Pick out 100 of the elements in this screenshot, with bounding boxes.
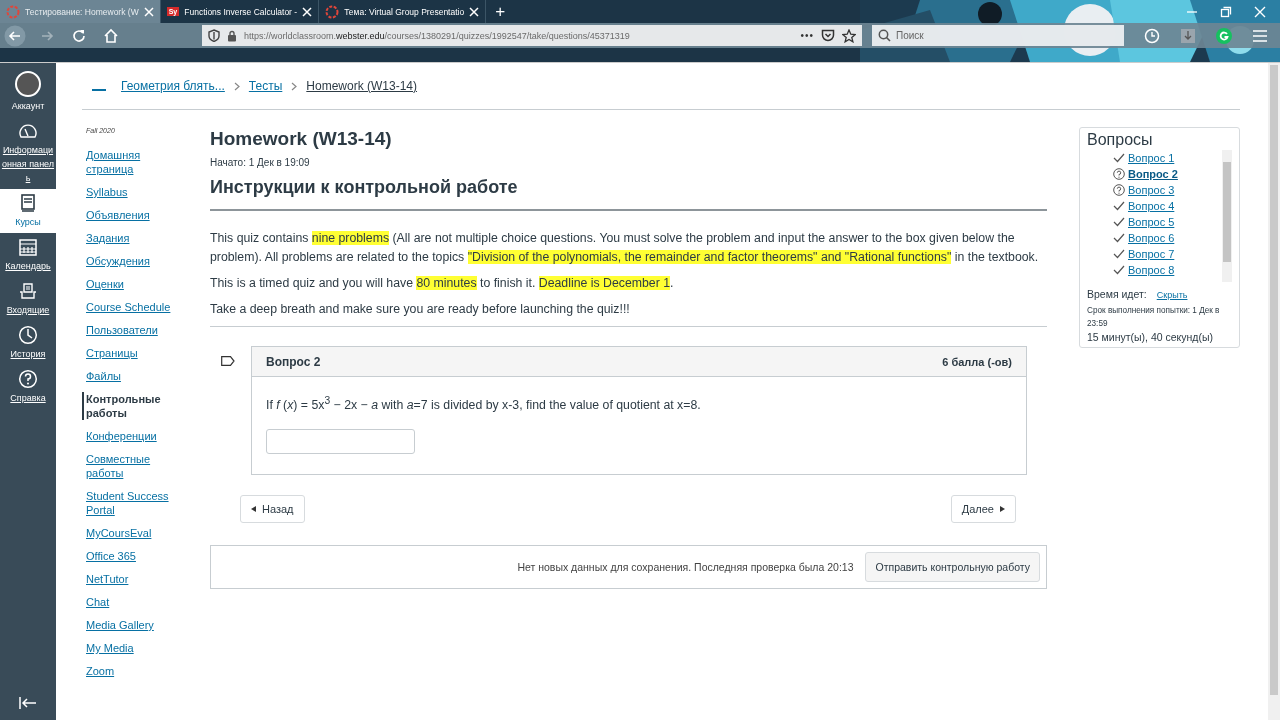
ring-icon <box>325 4 340 19</box>
course-nav-link[interactable]: Пользователи <box>86 323 182 337</box>
check-icon <box>1113 249 1125 259</box>
course-nav-link[interactable]: Объявления <box>86 208 182 222</box>
lock-icon <box>227 29 237 42</box>
tab-title: Тестирование: Homework (W <box>25 6 139 17</box>
course-nav-link[interactable]: Домашняя страница <box>86 148 182 176</box>
check-icon <box>1113 153 1125 163</box>
star-icon[interactable] <box>842 28 856 43</box>
course-nav-link[interactable]: Оценки <box>86 277 182 291</box>
question-link[interactable]: Вопрос 1 <box>1128 152 1175 164</box>
hide-link[interactable]: Скрыть <box>1156 290 1188 300</box>
course-nav-link[interactable]: MyCoursEval <box>86 526 182 540</box>
avatar-icon <box>15 71 41 97</box>
help-icon <box>18 369 38 389</box>
restore-icon[interactable] <box>1220 5 1232 18</box>
global-nav-item[interactable]: Информационная панель <box>0 117 56 189</box>
close-icon[interactable] <box>469 6 480 17</box>
back-icon[interactable] <box>4 24 26 47</box>
speedometer-icon <box>18 121 38 141</box>
question-text: If f (x) = 5x$^{3}$ − 2x − a with a=7 is divided by x-3, find the value of quotient at x=8. <box>266 395 702 413</box>
global-nav-item[interactable]: Входящие <box>0 277 56 321</box>
question-link[interactable]: Вопрос 5 <box>1128 216 1175 228</box>
caret-icon <box>1000 506 1005 513</box>
course-nav-link[interactable]: Контрольные работы <box>82 392 178 420</box>
question-link[interactable]: Вопрос 6 <box>1128 232 1175 244</box>
browser-tab[interactable]: Тестирование: Homework (W <box>0 0 161 23</box>
course-nav-link[interactable]: Chat <box>86 595 182 609</box>
tab-title: Functions Inverse Calculator - <box>184 6 298 17</box>
question-link[interactable]: Вопрос 7 <box>1128 248 1175 260</box>
book-icon <box>18 193 38 213</box>
question-icon <box>1113 168 1125 180</box>
instructions-paragraph: This quiz contains nine problems (All are not multiple choice questions. You must solve the problem and input the answer to the box given below the problem). All problems are related to the topics "Division of the polynomials, the remainder and factor theorems" and "Rational functions" in the textbook. <box>210 230 1040 266</box>
instructions-heading: Инструкции к контрольной работе <box>210 177 519 198</box>
breadcrumb-link[interactable]: Геометрия блять... <box>121 79 225 93</box>
timer-label: Время идет: <box>1087 288 1147 300</box>
check-icon <box>1113 233 1125 243</box>
course-nav-link[interactable]: NetTutor <box>86 572 182 586</box>
page-actions-button[interactable]: ••• <box>800 30 814 41</box>
course-nav-link[interactable]: Syllabus <box>86 185 182 199</box>
course-nav-link[interactable]: Файлы <box>86 369 182 383</box>
clock-icon <box>18 325 38 345</box>
download-icon[interactable] <box>1180 27 1196 44</box>
course-nav-link[interactable]: Office 365 <box>86 549 182 563</box>
start-time: Начато: 1 Дек в 19:09 <box>210 157 311 168</box>
submit-button[interactable]: Отправить контрольную работу <box>865 552 1040 583</box>
course-nav-link[interactable]: Конференции <box>86 429 182 443</box>
panel-title: Вопросы <box>1087 131 1154 149</box>
course-nav-link[interactable]: My Media <box>86 641 182 655</box>
extension-icon[interactable] <box>1216 27 1232 44</box>
question-link[interactable]: Вопрос 2 <box>1128 168 1178 180</box>
breadcrumb-link[interactable]: Тесты <box>248 79 283 93</box>
global-nav-item[interactable]: История <box>0 321 56 365</box>
breadcrumb-link[interactable]: Homework (W13-14) <box>306 79 417 93</box>
question-link[interactable]: Вопрос 3 <box>1128 184 1175 196</box>
close-icon[interactable] <box>302 6 313 17</box>
answer-field[interactable] <box>266 429 415 455</box>
global-nav-item[interactable]: Справка <box>0 365 56 409</box>
menu-icon[interactable] <box>1252 28 1268 43</box>
question-link[interactable]: Вопрос 4 <box>1128 200 1175 212</box>
course-nav-link[interactable]: Course Schedule <box>86 300 182 314</box>
shield-icon <box>208 29 220 42</box>
elapsed-time: 15 минут(ы), 40 секунд(ы) <box>1087 331 1215 343</box>
scrollbar[interactable] <box>1222 150 1232 282</box>
course-nav-link[interactable]: Media Gallery <box>86 618 182 632</box>
question-link[interactable]: Вопрос 8 <box>1128 264 1175 276</box>
course-nav-link[interactable]: Задания <box>86 231 182 245</box>
flag-icon[interactable] <box>221 356 235 366</box>
global-nav-item[interactable]: Календарь <box>0 233 56 277</box>
scrollbar[interactable] <box>1268 63 1280 720</box>
question-icon <box>1113 184 1125 196</box>
global-nav-item[interactable]: Курсы <box>0 189 56 233</box>
due-date: Срок выполнения попытки: 1 Дек в 23:59 <box>1087 305 1221 330</box>
course-nav-link[interactable]: Страницы <box>86 346 182 360</box>
search-field[interactable]: Поиск <box>872 25 1124 46</box>
global-nav-item[interactable]: Аккаунт <box>0 67 56 117</box>
instructions-paragraph: Take a deep breath and make sure you are ready before launching the quiz!!! <box>210 301 631 318</box>
chevron-icon <box>233 81 240 91</box>
question-points: 6 балла (-ов) <box>942 355 1012 368</box>
course-nav-link[interactable]: Совместные работы <box>86 452 182 480</box>
search-icon <box>878 29 891 42</box>
previous-button[interactable]: Назад <box>240 495 305 524</box>
course-nav-link[interactable]: Zoom <box>86 664 182 678</box>
check-icon <box>1113 265 1125 275</box>
course-nav-link[interactable]: Обсуждения <box>86 254 182 268</box>
inbox-icon <box>18 281 38 301</box>
address-bar[interactable]: https://worldclassroom.webster.edu/courses/1380291/quizzes/1992547/take/questions/45371319 ••• <box>202 25 862 46</box>
url-text: https://worldclassroom.webster.edu/courses/1380291/quizzes/1992547/take/questions/45371319 <box>244 30 630 41</box>
new-tab-button[interactable]: + <box>486 0 515 23</box>
check-icon <box>1113 217 1125 227</box>
course-nav-link[interactable]: Student Success Portal <box>86 489 182 517</box>
pocket-icon[interactable] <box>821 29 835 42</box>
quiz-title: Homework (W13-14) <box>210 128 393 150</box>
next-button[interactable]: Далее <box>950 495 1016 524</box>
tab-title: Тема: Virtual Group Presentatio <box>344 6 465 17</box>
ring-icon <box>6 4 20 19</box>
collapse-icon[interactable] <box>18 696 38 710</box>
chevron-icon <box>291 81 298 91</box>
clock-icon[interactable] <box>1144 27 1160 44</box>
calendar-icon <box>18 237 38 257</box>
